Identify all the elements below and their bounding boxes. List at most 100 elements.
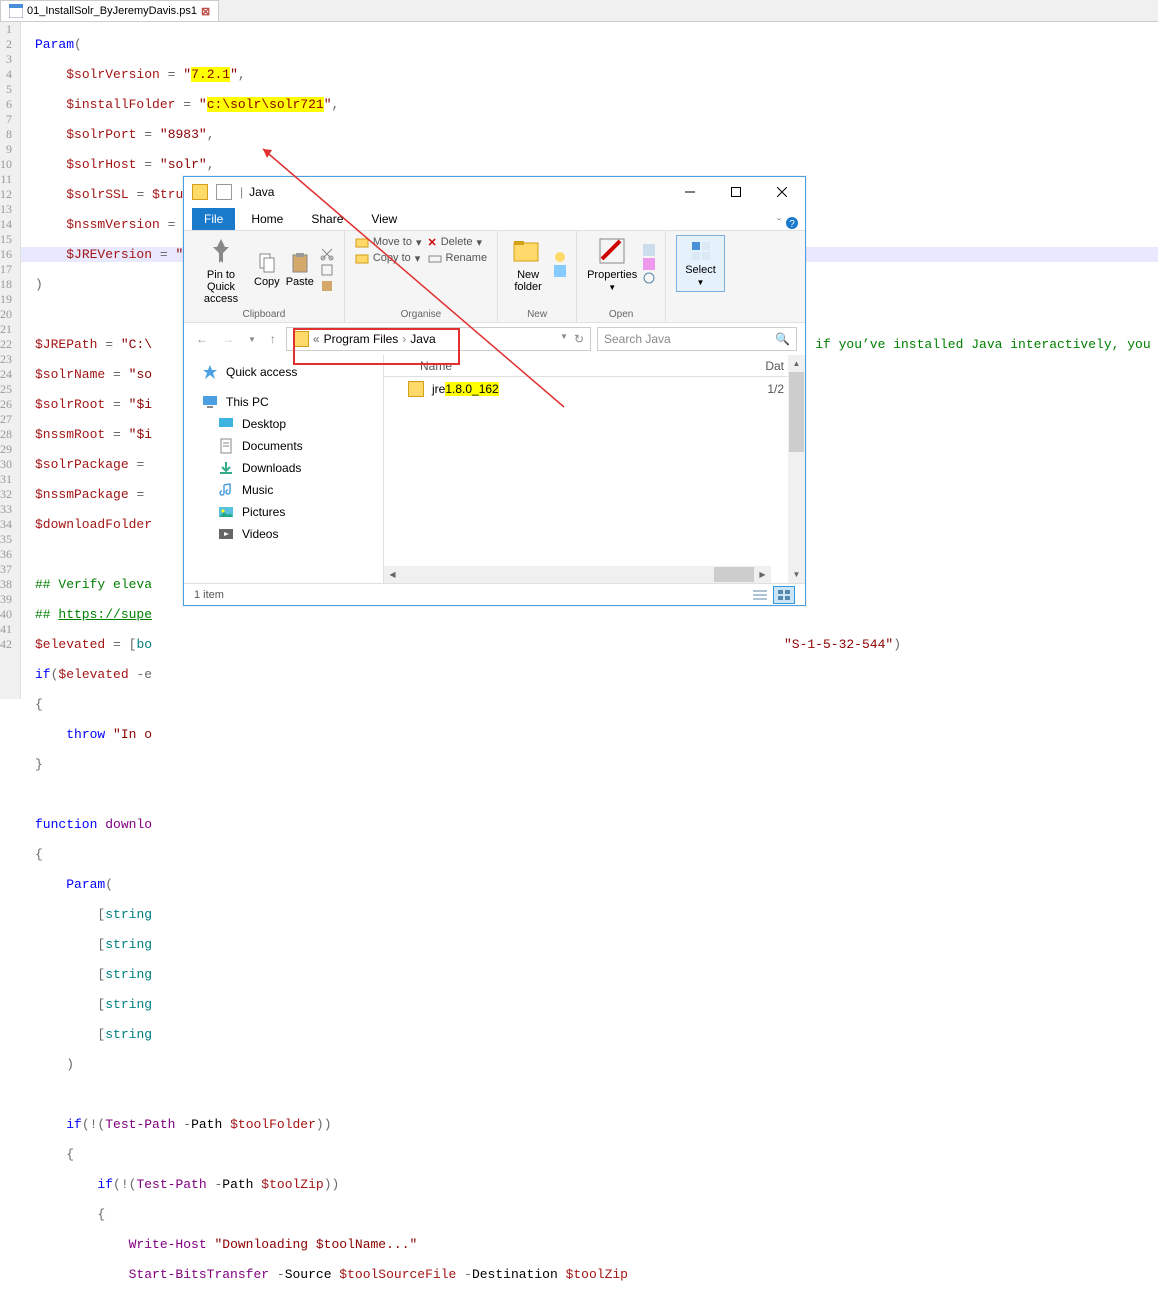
history-button[interactable]	[643, 272, 655, 284]
ps1-file-icon	[9, 4, 23, 18]
copyto-icon	[355, 251, 369, 265]
open-button[interactable]	[643, 244, 655, 256]
ribbon-tab-file[interactable]: File	[192, 208, 235, 230]
explorer-sidebar: Quick access This PC Desktop Documents D…	[184, 355, 384, 583]
ribbon-collapse-icon[interactable]: ˇ	[777, 216, 781, 230]
new-item-button[interactable]	[554, 251, 566, 263]
cut-button[interactable]	[320, 247, 334, 261]
ribbon-tab-share[interactable]: Share	[299, 208, 355, 230]
folder-icon	[293, 331, 309, 347]
rename-button[interactable]: Rename	[428, 251, 488, 265]
ribbon-home: Pin to Quick access Copy Paste Clipboard	[184, 231, 805, 323]
folder-date: 1/2	[767, 382, 784, 396]
ribbon-tab-view[interactable]: View	[359, 208, 409, 230]
folder-item-jre[interactable]: jre1.8.0_162 1/2	[384, 377, 788, 401]
minimize-button[interactable]	[667, 177, 713, 207]
paste-button[interactable]: Paste	[286, 252, 314, 288]
group-label-organise: Organise	[355, 309, 487, 320]
moveto-icon	[355, 235, 369, 249]
pin-icon	[205, 235, 237, 267]
delete-button[interactable]: ✕Delete ▾	[428, 236, 483, 249]
videos-icon	[218, 526, 234, 542]
desktop-icon	[218, 416, 234, 432]
explorer-content: Name Dat jre1.8.0_162 1/2 ◀▶ ▲▼	[384, 355, 805, 583]
file-list[interactable]: jre1.8.0_162 1/2	[384, 377, 788, 566]
folder-icon	[408, 381, 424, 397]
paste-shortcut-button[interactable]	[320, 279, 334, 293]
pin-quick-access-button[interactable]: Pin to Quick access	[194, 235, 248, 305]
column-name[interactable]: Name	[420, 359, 452, 373]
group-label-clipboard: Clipboard	[194, 309, 334, 320]
sidebar-pictures[interactable]: Pictures	[194, 501, 373, 523]
line-gutter: 1234567891011121314151617181920212223242…	[0, 22, 21, 699]
group-label-open: Open	[587, 309, 655, 320]
column-date[interactable]: Dat	[765, 359, 784, 373]
address-bar[interactable]: « Program Files › Java ▼↻	[286, 327, 591, 351]
new-folder-button[interactable]: New folder	[508, 235, 548, 293]
vertical-scrollbar[interactable]: ▲▼	[788, 355, 805, 583]
copy-path-icon	[320, 263, 334, 277]
refresh-icon[interactable]: ↻	[574, 332, 584, 346]
easy-access-button[interactable]	[554, 265, 566, 277]
delete-icon: ✕	[428, 236, 437, 249]
sidebar-downloads[interactable]: Downloads	[194, 457, 373, 479]
overflow-icon[interactable]	[216, 184, 232, 200]
nav-up-button[interactable]: ↑	[266, 328, 280, 350]
tab-filename: 01_InstallSolr_ByJeremyDavis.ps1	[27, 5, 197, 17]
maximize-button[interactable]	[713, 177, 759, 207]
sidebar-this-pc[interactable]: This PC	[194, 391, 373, 413]
copy-icon	[256, 252, 278, 274]
paste-icon	[289, 252, 311, 274]
window-titlebar[interactable]: | Java	[184, 177, 805, 207]
properties-button[interactable]: Properties▼	[587, 235, 637, 292]
sidebar-music[interactable]: Music	[194, 479, 373, 501]
nav-recent-button[interactable]: ▼	[244, 331, 260, 348]
copyto-button[interactable]: Copy to ▾	[355, 251, 420, 265]
search-icon: 🔍	[775, 332, 790, 346]
rename-icon	[428, 251, 442, 265]
tab-close-icon[interactable]: ⊠	[201, 5, 210, 18]
status-bar: 1 item	[184, 583, 805, 605]
sidebar-documents[interactable]: Documents	[194, 435, 373, 457]
address-dropdown-icon[interactable]: ▼	[560, 332, 568, 346]
pictures-icon	[218, 504, 234, 520]
view-large-button[interactable]	[773, 586, 795, 604]
solr-version-highlight: 7.2.1	[191, 67, 230, 82]
separator-icon: |	[240, 185, 243, 199]
sidebar-desktop[interactable]: Desktop	[194, 413, 373, 435]
search-input[interactable]: Search Java 🔍	[597, 327, 797, 351]
file-explorer-window: | Java File Home Share View ˇ ? Pin to Q…	[183, 176, 806, 606]
documents-icon	[218, 438, 234, 454]
folder-name: jre1.8.0_162	[432, 382, 499, 396]
moveto-button[interactable]: Move to ▾	[355, 235, 422, 249]
help-icon[interactable]: ?	[785, 216, 799, 230]
column-headers[interactable]: Name Dat	[384, 355, 788, 377]
pc-icon	[202, 394, 218, 410]
new-folder-icon	[512, 235, 544, 267]
svg-text:?: ?	[789, 219, 795, 230]
crumb-program-files[interactable]: Program Files	[324, 332, 399, 346]
sidebar-videos[interactable]: Videos	[194, 523, 373, 545]
star-icon	[202, 364, 218, 380]
window-title: Java	[249, 185, 274, 199]
sidebar-quick-access[interactable]: Quick access	[194, 361, 373, 383]
item-count: 1 item	[194, 589, 224, 601]
edit-button[interactable]	[643, 258, 655, 270]
view-details-button[interactable]	[749, 586, 771, 604]
group-label-new: New	[508, 309, 566, 320]
select-icon	[690, 240, 712, 262]
horizontal-scrollbar[interactable]: ◀▶	[384, 566, 771, 583]
copy-button[interactable]: Copy	[254, 252, 280, 288]
explorer-navbar: ← → ▼ ↑ « Program Files › Java ▼↻ Search…	[184, 323, 805, 355]
select-button[interactable]: Select▼	[676, 235, 725, 292]
music-icon	[218, 482, 234, 498]
nav-back-button[interactable]: ←	[192, 328, 212, 350]
install-folder-highlight: c:\solr\solr721	[207, 97, 324, 112]
ribbon-tab-home[interactable]: Home	[239, 208, 295, 230]
crumb-java[interactable]: Java	[410, 332, 435, 346]
file-tab[interactable]: 01_InstallSolr_ByJeremyDavis.ps1 ⊠	[0, 0, 219, 21]
nav-forward-button[interactable]: →	[218, 328, 238, 350]
paste-shortcut-icon	[320, 279, 334, 293]
copy-path-button[interactable]	[320, 263, 334, 277]
close-button[interactable]	[759, 177, 805, 207]
